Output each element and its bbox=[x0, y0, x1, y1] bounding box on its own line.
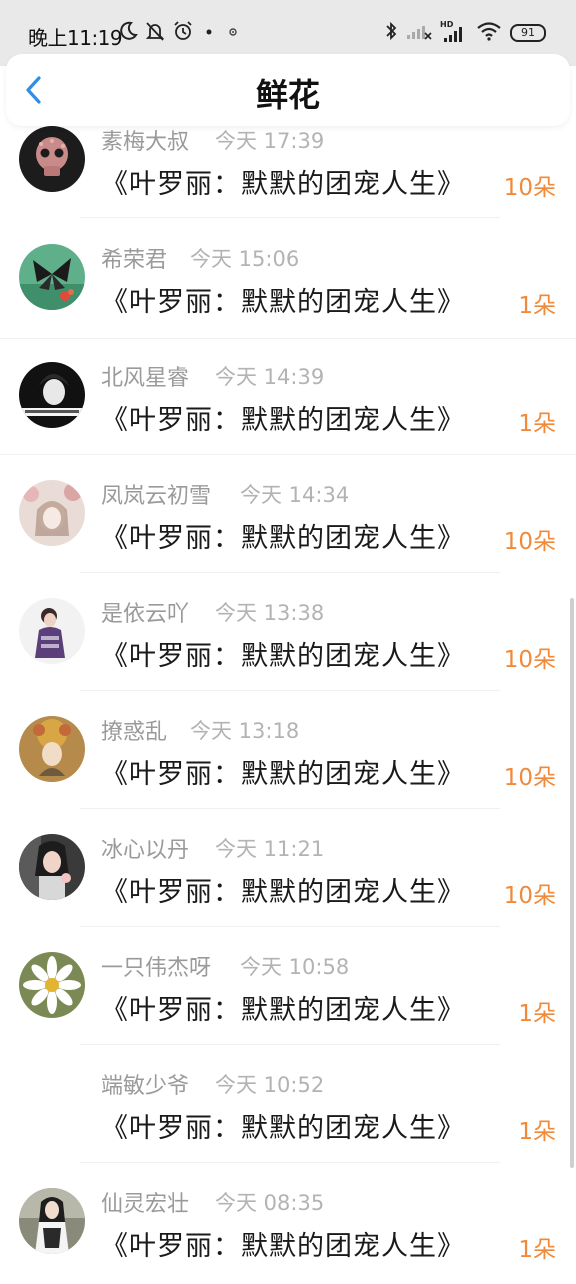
page-title: 鲜花 bbox=[255, 76, 320, 114]
flower-count: 10朵 bbox=[503, 647, 556, 673]
flower-count: 1朵 bbox=[518, 293, 556, 319]
user-name[interactable]: 素梅大叔 bbox=[101, 124, 189, 156]
user-name[interactable]: 端敏少爷 bbox=[101, 1068, 189, 1100]
timestamp: 今天 13:18 bbox=[190, 719, 300, 743]
timestamp: 今天 11:21 bbox=[215, 837, 325, 861]
timestamp: 今天 08:35 bbox=[215, 1191, 325, 1215]
navigation-header: 鲜花 bbox=[6, 54, 570, 126]
divider bbox=[80, 1162, 500, 1163]
list-item[interactable]: 是依云吖 今天 13:38 《叶罗丽：默默的团宠人生》 10朵 bbox=[0, 576, 576, 694]
divider bbox=[80, 808, 500, 809]
list-item[interactable]: 仙灵宏壮 今天 08:35 《叶罗丽：默默的团宠人生》 1朵 bbox=[0, 1166, 576, 1284]
user-name[interactable]: 一只伟杰呀 bbox=[101, 950, 211, 982]
user-name[interactable]: 凤岚云初雪 bbox=[101, 478, 211, 510]
flower-count: 10朵 bbox=[503, 175, 556, 201]
divider bbox=[0, 454, 576, 455]
list-item[interactable]: 冰心以丹 今天 11:21 《叶罗丽：默默的团宠人生》 10朵 bbox=[0, 812, 576, 930]
user-name[interactable]: 是依云吖 bbox=[101, 596, 189, 628]
timestamp: 今天 14:34 bbox=[240, 483, 350, 507]
user-name[interactable]: 撩惑乱 bbox=[101, 714, 167, 746]
book-title[interactable]: 《叶罗丽：默默的团宠人生》 bbox=[101, 988, 465, 1027]
list-item[interactable]: 希荣君 今天 15:06 《叶罗丽：默默的团宠人生》 1朵 bbox=[0, 222, 576, 340]
avatar[interactable] bbox=[19, 1188, 85, 1254]
list-item[interactable]: 凤岚云初雪 今天 14:34 《叶罗丽：默默的团宠人生》 10朵 bbox=[0, 458, 576, 576]
divider bbox=[80, 217, 500, 218]
list-item[interactable]: 一只伟杰呀 今天 10:58 《叶罗丽：默默的团宠人生》 1朵 bbox=[0, 930, 576, 1048]
avatar[interactable] bbox=[19, 952, 85, 1018]
book-title[interactable]: 《叶罗丽：默默的团宠人生》 bbox=[101, 1224, 465, 1263]
timestamp: 今天 13:38 bbox=[215, 601, 325, 625]
avatar[interactable] bbox=[19, 244, 85, 310]
book-title[interactable]: 《叶罗丽：默默的团宠人生》 bbox=[101, 398, 465, 437]
flower-count: 10朵 bbox=[503, 765, 556, 791]
avatar[interactable] bbox=[19, 362, 85, 428]
divider bbox=[80, 926, 500, 927]
book-title[interactable]: 《叶罗丽：默默的团宠人生》 bbox=[101, 1106, 465, 1145]
book-title[interactable]: 《叶罗丽：默默的团宠人生》 bbox=[101, 162, 465, 201]
timestamp: 今天 15:06 bbox=[190, 247, 300, 271]
flower-count: 10朵 bbox=[503, 883, 556, 909]
timestamp: 今天 10:58 bbox=[240, 955, 350, 979]
flower-count: 1朵 bbox=[518, 1001, 556, 1027]
list-item[interactable]: 北风星睿 今天 14:39 《叶罗丽：默默的团宠人生》 1朵 bbox=[0, 340, 576, 458]
flower-count: 1朵 bbox=[518, 1237, 556, 1263]
book-title[interactable]: 《叶罗丽：默默的团宠人生》 bbox=[101, 516, 465, 555]
flower-count: 1朵 bbox=[518, 411, 556, 437]
avatar[interactable] bbox=[19, 716, 85, 782]
list-item[interactable]: 撩惑乱 今天 13:18 《叶罗丽：默默的团宠人生》 10朵 bbox=[0, 694, 576, 812]
flower-count: 1朵 bbox=[518, 1119, 556, 1145]
book-title[interactable]: 《叶罗丽：默默的团宠人生》 bbox=[101, 870, 465, 909]
list-item[interactable]: 端敏少爷 今天 10:52 《叶罗丽：默默的团宠人生》 1朵 bbox=[0, 1048, 576, 1166]
timestamp: 今天 17:39 bbox=[215, 129, 325, 153]
book-title[interactable]: 《叶罗丽：默默的团宠人生》 bbox=[101, 752, 465, 791]
flower-record-list: 素梅大叔 今天 17:39 《叶罗丽：默默的团宠人生》 10朵 希荣君 今天 1… bbox=[0, 0, 576, 1280]
avatar[interactable] bbox=[19, 598, 85, 664]
book-title[interactable]: 《叶罗丽：默默的团宠人生》 bbox=[101, 280, 465, 319]
avatar[interactable] bbox=[19, 480, 85, 546]
divider bbox=[80, 572, 500, 573]
avatar[interactable] bbox=[19, 1070, 85, 1136]
user-name[interactable]: 仙灵宏壮 bbox=[101, 1186, 189, 1218]
avatar[interactable] bbox=[19, 126, 85, 192]
timestamp: 今天 14:39 bbox=[215, 365, 325, 389]
book-title[interactable]: 《叶罗丽：默默的团宠人生》 bbox=[101, 634, 465, 673]
avatar[interactable] bbox=[19, 834, 85, 900]
divider bbox=[80, 690, 500, 691]
user-name[interactable]: 北风星睿 bbox=[101, 360, 189, 392]
scrollbar[interactable] bbox=[570, 598, 574, 1168]
divider bbox=[80, 1044, 500, 1045]
divider bbox=[0, 338, 576, 339]
user-name[interactable]: 希荣君 bbox=[101, 242, 167, 274]
timestamp: 今天 10:52 bbox=[215, 1073, 325, 1097]
flower-count: 10朵 bbox=[503, 529, 556, 555]
user-name[interactable]: 冰心以丹 bbox=[101, 832, 189, 864]
